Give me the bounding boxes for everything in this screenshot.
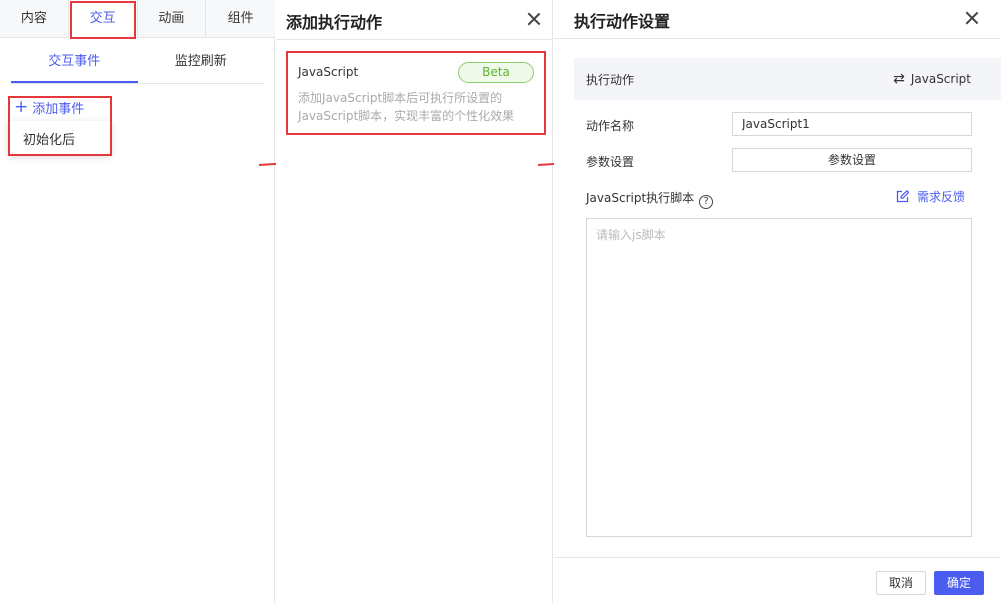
javascript-action-card[interactable]: JavaScript Beta 添加JavaScript脚本后可执行所设置的Ja… (286, 51, 546, 135)
panel-title: 执行动作设置 (574, 12, 671, 31)
tab-interaction[interactable]: 交互 (68, 0, 138, 39)
tab-interaction-events[interactable]: 交互事件 (11, 44, 138, 83)
event-dropdown: 初始化后 (9, 121, 111, 155)
action-settings-panel: 执行动作设置 执行动作 ⇄ JavaScript 动作名称 参数设置 参数设置 … (554, 0, 1001, 603)
close-icon[interactable] (964, 10, 980, 26)
cancel-button[interactable]: 取消 (876, 571, 926, 595)
action-type-switcher[interactable]: ⇄ JavaScript (893, 71, 971, 87)
close-icon[interactable] (526, 11, 542, 27)
add-event-button[interactable]: + 添加事件 (14, 97, 84, 117)
action-type-value: JavaScript (910, 72, 971, 86)
feedback-link[interactable]: 需求反馈 (896, 188, 965, 205)
plus-icon: + (14, 96, 29, 117)
panel-title: 添加执行动作 (286, 13, 383, 32)
action-settings-header: 执行动作设置 (554, 0, 1001, 39)
script-editor[interactable] (586, 218, 972, 537)
tab-component[interactable]: 组件 (206, 0, 275, 38)
tab-content[interactable]: 内容 (0, 0, 69, 38)
action-name-label: 动作名称 (586, 119, 635, 133)
card-title: JavaScript (298, 65, 359, 79)
feedback-label: 需求反馈 (917, 190, 966, 204)
edit-icon (896, 190, 909, 203)
confirm-button[interactable]: 确定 (934, 571, 984, 595)
tab-animation[interactable]: 动画 (138, 0, 207, 38)
action-name-input[interactable] (732, 112, 972, 136)
top-tab-bar: 内容 交互 动画 组件 (0, 0, 275, 39)
param-settings-label: 参数设置 (586, 155, 635, 169)
help-icon[interactable]: ? (699, 195, 714, 209)
action-type-label: 执行动作 (586, 73, 635, 87)
script-label: JavaScript执行脚本 (586, 191, 695, 205)
add-action-header: 添加执行动作 (276, 0, 552, 40)
left-panel: 内容 交互 动画 组件 交互事件 监控刷新 + 添加事件 初始化后 (0, 0, 275, 603)
param-settings-button[interactable]: 参数设置 (732, 148, 972, 172)
card-description: 添加JavaScript脚本后可执行所设置的JavaScript脚本，实现丰富的… (298, 91, 515, 123)
action-type-row: 执行动作 ⇄ JavaScript (574, 58, 1001, 100)
dropdown-item-on-init[interactable]: 初始化后 (23, 129, 75, 148)
dialog-footer: 取消 确定 (554, 557, 1001, 603)
tab-monitor-refresh[interactable]: 监控刷新 (138, 44, 265, 83)
beta-badge: Beta (458, 62, 534, 83)
swap-icon: ⇄ (893, 71, 905, 87)
app-root: 内容 交互 动画 组件 交互事件 监控刷新 + 添加事件 初始化后 添加执行动作… (0, 0, 1001, 603)
add-event-label: 添加事件 (32, 101, 85, 117)
add-action-panel: 添加执行动作 JavaScript Beta 添加JavaScript脚本后可执… (276, 0, 553, 603)
script-label-row: JavaScript执行脚本? (586, 189, 714, 209)
sub-tab-bar: 交互事件 监控刷新 (11, 44, 264, 84)
